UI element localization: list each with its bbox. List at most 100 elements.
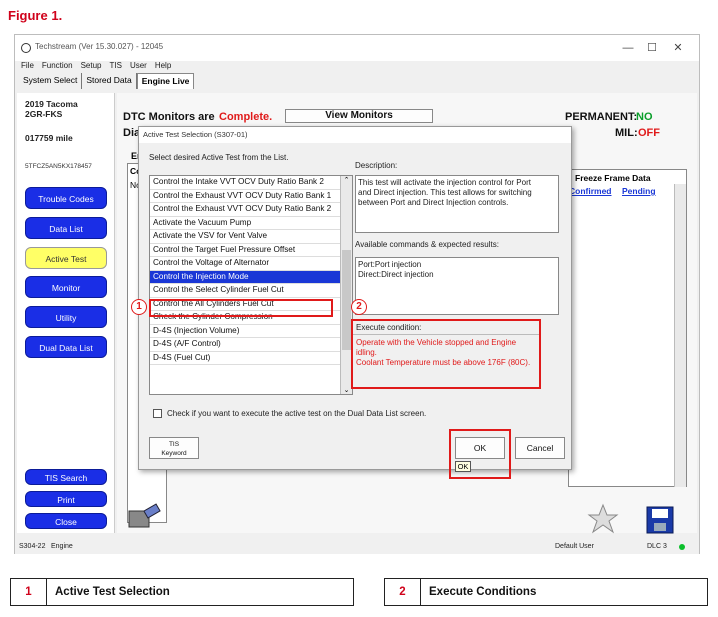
permanent-value: NO [636,111,653,123]
active-test-list-item[interactable]: D-4S (A/F Control) [150,338,340,352]
mil-label: MIL: [615,127,638,139]
status-bar: S304-22 Engine Default User DLC 3 [15,541,699,554]
commands-textbox[interactable]: Port:Port injection Direct:Direct inject… [355,257,559,315]
vehicle-mileage: 017759 mile [25,133,73,143]
selection-highlight-box [149,299,333,317]
active-test-list-item[interactable]: Control the Exhaust VVT OCV Duty Ratio B… [150,190,340,203]
dialog-instruction: Select desired Active Test from the List… [149,153,289,162]
menu-user[interactable]: User [130,61,147,70]
trouble-codes-button[interactable]: Trouble Codes [25,187,107,209]
tis-search-button[interactable]: TIS Search [25,469,107,485]
cancel-button[interactable]: Cancel [515,437,565,459]
command-direct: Direct:Direct injection [358,270,434,279]
execute-condition-box: Execute condition: Operate with the Vehi… [351,319,541,389]
window-title: Techstream (Ver 15.30.027) - 12045 [35,42,164,51]
status-dlc: DLC 3 [647,543,667,550]
scroll-up-icon[interactable]: ⌃ [341,176,352,184]
description-text: This test will activate the injection co… [358,178,532,207]
active-test-dialog: Active Test Selection (S307-01) Select d… [131,126,572,479]
vehicle-engine: 2GR-FKS [25,109,63,119]
status-code: S304-22 [19,543,46,550]
active-test-list-item[interactable]: Control the Select Cylinder Fuel Cut [150,284,340,298]
menu-tis[interactable]: TIS [109,61,121,70]
freeze-frame-grid: Freeze Frame Data Confirmed Pending [568,169,687,487]
dual-data-list-checkbox[interactable] [153,409,162,418]
active-test-list-item[interactable]: D-4S (Fuel Cut) [150,352,340,365]
marker-2: 2 [351,299,367,315]
tis-keyword-line1: TIS [168,441,180,448]
description-label: Description: [355,161,398,170]
close-icon[interactable]: ✕ [667,39,689,57]
engine-tool-icon[interactable] [125,503,165,533]
legend-item-1: 1 Active Test Selection [10,578,354,606]
tis-keyword-line2: Keyword [161,450,187,457]
dialog-title: Active Test Selection (S307-01) [139,127,571,143]
data-list-button[interactable]: Data List [25,217,107,239]
utility-button[interactable]: Utility [25,306,107,328]
menu-file[interactable]: File [21,61,34,70]
marker-1: 1 [131,299,147,315]
legend-label-1: Active Test Selection [55,586,170,598]
active-test-list-item[interactable]: Activate the Vacuum Pump [150,217,340,230]
command-port: Port:Port injection [358,260,422,269]
tab-engine-live[interactable]: Engine Live [136,73,195,89]
menu-setup[interactable]: Setup [81,61,102,70]
legend-item-2: 2 Execute Conditions [384,578,708,606]
vehicle-vin: 5TFCZ5AN5KX178457 [25,163,92,170]
print-button[interactable]: Print [25,491,107,507]
tab-system-select[interactable]: System Select [19,73,83,89]
legend-label-2: Execute Conditions [429,586,537,598]
sidebar: 2019 Tacoma 2GR-FKS 017759 mile 5TFCZ5AN… [17,93,115,533]
confirmed-column[interactable]: Confirmed [569,186,612,196]
active-test-button[interactable]: Active Test [25,247,107,269]
execute-condition-1: Operate with the Vehicle stopped and Eng… [356,338,517,357]
legend-num-1: 1 [11,579,47,605]
active-test-list-item[interactable]: Control the Injection Mode [150,270,340,284]
figure-title: Figure 1. [8,8,63,23]
active-test-list: Control the Intake VVT OCV Duty Ratio Ba… [149,175,353,395]
pending-column[interactable]: Pending [622,186,656,196]
dual-data-list-button[interactable]: Dual Data List [25,336,107,358]
save-icon[interactable] [645,505,675,535]
tab-stored-data[interactable]: Stored Data [82,73,137,89]
description-textbox[interactable]: This test will activate the injection co… [355,175,559,233]
freeze-frame-header: Freeze Frame Data [575,173,651,183]
techstream-logo-icon [21,43,31,53]
legend-num-2: 2 [385,579,421,605]
minimize-icon[interactable]: — [617,39,639,57]
execute-condition-2: Coolant Temperature must be above 176F (… [356,358,531,367]
commands-label: Available commands & expected results: [355,240,499,249]
permanent-label: PERMANENT: [565,111,638,123]
menu-function[interactable]: Function [42,61,73,70]
monitor-button[interactable]: Monitor [25,276,107,298]
dtc-monitors-status: Complete. [219,111,273,123]
connection-led-icon [679,544,685,550]
active-test-list-item[interactable]: Control the Voltage of Alternator [150,257,340,271]
mil-value: OFF [638,127,660,139]
active-test-list-item[interactable]: Control the Target Fuel Pressure Offset [150,244,340,257]
execute-text: Operate with the Vehicle stopped and Eng… [353,335,539,371]
active-test-list-item[interactable]: Activate the VSV for Vent Valve [150,230,340,244]
grid-scrollbar[interactable] [674,184,686,487]
tab-bar: System Select Stored Data Engine Live [19,73,195,89]
maximize-icon[interactable]: ☐ [641,39,663,57]
active-test-list-item[interactable]: D-4S (Injection Volume) [150,325,340,338]
close-button[interactable]: Close [25,513,107,529]
dtc-monitors-label: DTC Monitors are [123,111,215,123]
title-bar: Techstream (Ver 15.30.027) - 12045 — ☐ ✕ [15,35,699,61]
vehicle-model: 2019 Tacoma [25,99,78,109]
dual-data-list-checkbox-label: Check if you want to execute the active … [167,409,427,418]
menu-bar: File Function Setup TIS User Help [15,61,699,73]
view-monitors-button[interactable]: View Monitors [285,109,433,123]
active-test-list-item[interactable]: Control the Intake VVT OCV Duty Ratio Ba… [150,176,340,190]
menu-help[interactable]: Help [155,61,171,70]
ok-button[interactable]: OK [455,437,505,459]
execute-label: Execute condition: [353,321,539,335]
active-test-list-item[interactable]: Control the Exhaust VVT OCV Duty Ratio B… [150,203,340,217]
status-engine: Engine [51,543,73,550]
list-scroll-thumb[interactable] [342,250,351,350]
snowflake-icon[interactable] [585,503,621,535]
ok-tooltip: OK [455,461,471,472]
tis-keyword-button[interactable]: TIS Keyword [149,437,199,459]
status-user: Default User [555,543,594,550]
